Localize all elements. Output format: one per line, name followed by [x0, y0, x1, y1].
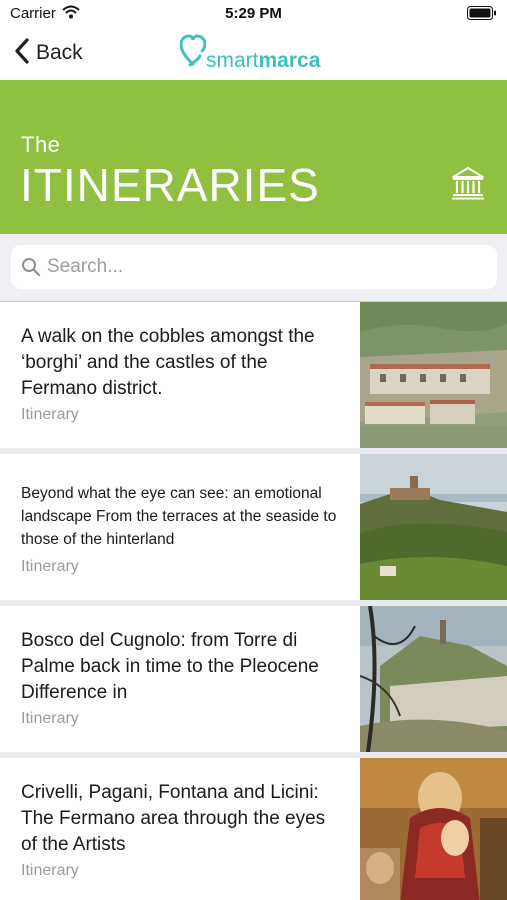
header-kicker: The [21, 132, 61, 157]
itinerary-thumbnail [360, 758, 507, 900]
navigation-bar: Back smart marca [0, 28, 507, 80]
itinerary-title: A walk on the cobbles amongst the ‘borgh… [21, 326, 315, 399]
itinerary-type: Itinerary [21, 406, 79, 423]
status-time: 5:29 PM [225, 5, 282, 22]
list-item[interactable]: Beyond what the eye can see: an emotiona… [0, 454, 507, 600]
itinerary-type: Itinerary [21, 862, 79, 879]
search-input[interactable] [47, 251, 487, 283]
logo-text-marca: marca [258, 49, 321, 72]
back-button[interactable]: Back [14, 36, 83, 70]
status-bar: Carrier 5:29 PM [0, 0, 507, 28]
museum-icon[interactable] [451, 166, 485, 205]
list-item[interactable]: Bosco del Cugnolo: from Torre di Palme b… [0, 606, 507, 752]
itinerary-title: Beyond what the eye can see: an emotiona… [21, 485, 337, 548]
section-header: The ITINERARIES [0, 80, 507, 234]
itinerary-thumbnail [360, 606, 507, 752]
itinerary-title: Crivelli, Pagani, Fontana and Licini: Th… [21, 782, 326, 855]
list-item[interactable]: A walk on the cobbles amongst the ‘borgh… [0, 302, 507, 448]
chevron-left-icon [14, 37, 30, 69]
itinerary-thumbnail [360, 454, 507, 600]
search-bar [0, 234, 507, 302]
itinerary-thumbnail [360, 302, 507, 448]
page-title: ITINERARIES [20, 159, 320, 211]
search-field[interactable] [11, 245, 497, 289]
logo-text-smart: smart [206, 49, 259, 72]
back-label: Back [36, 41, 83, 64]
heart-logo-icon [179, 34, 207, 73]
itinerary-type: Itinerary [21, 558, 79, 575]
battery-icon [467, 6, 497, 25]
list-item[interactable]: Crivelli, Pagani, Fontana and Licini: Th… [0, 758, 507, 900]
app-logo: smart marca [179, 34, 321, 73]
itinerary-type: Itinerary [21, 710, 79, 727]
itinerary-list: A walk on the cobbles amongst the ‘borgh… [0, 302, 507, 900]
search-icon [21, 257, 41, 282]
itinerary-title: Bosco del Cugnolo: from Torre di Palme b… [21, 630, 319, 703]
